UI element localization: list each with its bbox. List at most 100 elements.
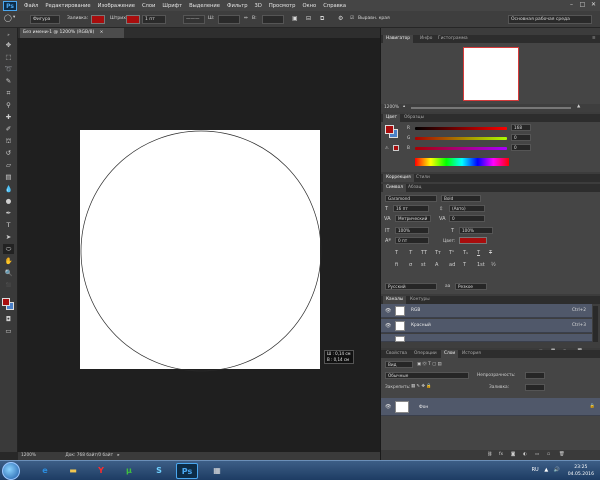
eraser-tool-icon[interactable]: ▱	[3, 160, 14, 170]
tab-paragraph[interactable]: Абзац	[405, 184, 424, 192]
discretionary-ligatures-button[interactable]: st	[421, 262, 426, 268]
ligatures-button[interactable]: fi	[395, 262, 398, 268]
faux-bold-button[interactable]: T	[395, 250, 398, 256]
horizontal-scale-field[interactable]: 100%	[459, 227, 493, 234]
color-spectrum[interactable]	[415, 158, 509, 166]
channel-row[interactable]	[381, 334, 592, 342]
superscript-button[interactable]: T¹	[449, 250, 454, 256]
menu-window[interactable]: Окно	[302, 3, 316, 9]
path-selection-tool-icon[interactable]: ➤	[3, 232, 14, 242]
chevron-right-icon[interactable]: ▸	[117, 453, 119, 458]
photoshop-taskbar-button[interactable]: Ps	[176, 463, 198, 479]
hand-tool-icon[interactable]: ✋	[3, 256, 14, 266]
zoom-tool-icon[interactable]: 🔍	[3, 268, 14, 278]
lock-icons[interactable]: ▦ ✎ ✥ 🔒	[411, 384, 432, 389]
tab-paths[interactable]: Контуры	[407, 296, 433, 304]
new-group-icon[interactable]: ▭	[535, 452, 539, 457]
all-caps-button[interactable]: TT	[421, 250, 427, 256]
navigator-zoom[interactable]: 1200%	[384, 105, 399, 110]
tab-styles[interactable]: Стили	[413, 174, 433, 182]
filter-icons[interactable]: ▣ Ⓞ T ▢ ▤	[417, 361, 442, 367]
red-slider[interactable]	[415, 127, 507, 130]
menu-help[interactable]: Справка	[323, 3, 346, 9]
healing-brush-tool-icon[interactable]: ✚	[3, 112, 14, 122]
link-icon[interactable]: ⇔	[244, 16, 248, 21]
menu-filter[interactable]: Фильтр	[227, 3, 248, 9]
quick-select-tool-icon[interactable]: ✎	[3, 76, 14, 86]
clock[interactable]: 23:25 04.05.2016	[568, 464, 594, 478]
eye-icon[interactable]: 👁	[385, 308, 391, 314]
green-value-field[interactable]: 0	[511, 134, 531, 141]
tab-histogram[interactable]: Гистограмма	[435, 35, 471, 43]
opacity-field[interactable]	[525, 372, 545, 379]
faux-italic-button[interactable]: T	[409, 250, 412, 256]
canvas-workspace[interactable]: Ш : 0,14 см В : 0,14 см	[18, 38, 380, 452]
fractions-button[interactable]: ½	[491, 262, 496, 268]
blur-tool-icon[interactable]: 💧	[3, 184, 14, 194]
move-tool-icon[interactable]: ✥	[3, 40, 14, 50]
marquee-tool-icon[interactable]: ⬚	[3, 52, 14, 62]
internet-explorer-icon[interactable]: e	[34, 463, 56, 479]
path-alignment-icon[interactable]: ⊟	[306, 15, 311, 22]
ordinals-button[interactable]: 1st	[477, 262, 485, 268]
blue-value-field[interactable]: 0	[511, 144, 531, 151]
close-button[interactable]: ✕	[589, 1, 598, 9]
menu-type[interactable]: Шрифт	[162, 3, 182, 9]
clone-stamp-tool-icon[interactable]: ⛫	[3, 136, 14, 146]
align-edges-checkbox[interactable]: ☑	[350, 16, 354, 21]
delete-layer-icon[interactable]: 🗑	[559, 452, 564, 457]
yandex-browser-icon[interactable]: Y	[90, 463, 112, 479]
ellipse-tool-icon[interactable]: ⬭	[3, 244, 14, 254]
channel-row[interactable]: 👁 RGB Ctrl+2	[381, 304, 592, 318]
language-select[interactable]: Русский	[385, 283, 437, 290]
font-family-select[interactable]: Garamond	[385, 195, 437, 202]
tab-navigator[interactable]: Навигатор	[383, 35, 413, 43]
path-operations-icon[interactable]: ▣	[292, 15, 298, 22]
vertical-scale-field[interactable]: 100%	[395, 227, 429, 234]
screen-mode-icon[interactable]: ▭	[3, 326, 14, 336]
tab-swatches[interactable]: Образцы	[401, 114, 427, 122]
green-slider[interactable]	[415, 137, 507, 140]
blend-mode-select[interactable]: Обычные	[385, 372, 469, 379]
close-icon[interactable]: ×	[100, 30, 104, 35]
dodge-tool-icon[interactable]: ●	[3, 196, 14, 206]
folder-icon[interactable]: ▬	[62, 463, 84, 479]
menu-file[interactable]: Файл	[24, 3, 38, 9]
default-colors-icon[interactable]: ⬛	[3, 280, 14, 290]
menu-view[interactable]: Просмотр	[269, 3, 296, 9]
stroke-type-select[interactable]: ———	[183, 15, 205, 24]
eye-icon[interactable]: 👁	[385, 323, 391, 329]
eyedropper-tool-icon[interactable]: ⚲	[3, 100, 14, 110]
gradient-tool-icon[interactable]: ▤	[3, 172, 14, 182]
panel-collapse-icon[interactable]: »	[3, 30, 14, 40]
strikethrough-button[interactable]: T	[489, 250, 492, 256]
network-icon[interactable]: ▲	[544, 467, 548, 473]
alternates-button[interactable]: σ	[409, 262, 412, 268]
height-field[interactable]	[262, 15, 284, 24]
new-layer-icon[interactable]: ▫	[547, 452, 550, 457]
fill-field[interactable]	[525, 384, 545, 391]
ellipse-shape[interactable]	[80, 130, 330, 380]
document-canvas[interactable]	[80, 130, 322, 372]
minimize-button[interactable]: –	[567, 1, 576, 9]
font-size-field[interactable]: 16 пт	[393, 205, 429, 212]
maximize-button[interactable]: □	[578, 1, 587, 9]
menu-image[interactable]: Изображение	[98, 3, 135, 9]
warning-icon[interactable]: ⚠	[385, 146, 389, 151]
antialias-select[interactable]: Резкое	[455, 283, 487, 290]
underline-button[interactable]: T	[477, 250, 480, 256]
language-indicator[interactable]: RU	[532, 467, 539, 473]
titling-button[interactable]: T	[463, 262, 466, 268]
layer-filter-select[interactable]: Вид	[385, 361, 413, 368]
tab-actions[interactable]: Операции	[411, 350, 440, 358]
document-info[interactable]: Док: 768 байт/0 байт	[65, 453, 113, 458]
tab-properties[interactable]: Свойства	[383, 350, 410, 358]
tab-history[interactable]: История	[459, 350, 484, 358]
tracking-select[interactable]: 0	[449, 215, 485, 222]
leading-field[interactable]: (Авто)	[449, 205, 485, 212]
file-manager-icon[interactable]: ▦	[206, 463, 228, 479]
tab-color[interactable]: Цвет	[383, 114, 401, 122]
zoom-in-icon[interactable]: ▲	[577, 104, 580, 109]
crop-tool-icon[interactable]: ⌗	[3, 88, 14, 98]
menu-layers[interactable]: Слои	[142, 3, 155, 9]
